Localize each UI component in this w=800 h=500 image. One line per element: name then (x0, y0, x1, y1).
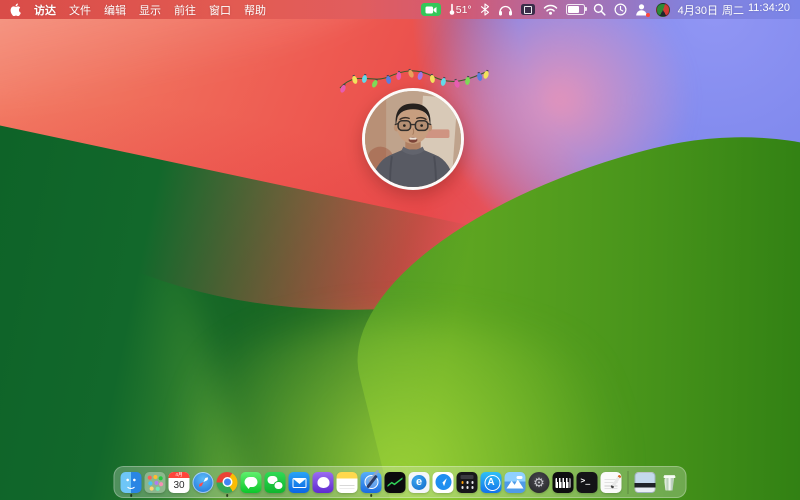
dock-github-icon[interactable] (313, 472, 334, 493)
app-menu-finder[interactable]: 访达 (34, 2, 56, 18)
notification-dot (646, 13, 650, 17)
dock-chrome-icon[interactable] (217, 472, 238, 493)
dock-edge-browser-icon[interactable] (409, 472, 430, 493)
menu-file[interactable]: 文件 (69, 2, 91, 18)
weekday-text: 周二 (722, 2, 744, 18)
dock-launchpad-icon[interactable] (145, 472, 166, 493)
camera-app-status-icon[interactable] (656, 3, 670, 17)
time-text: 11:34:20 (748, 2, 790, 18)
dock-app-store-icon[interactable] (481, 472, 502, 493)
dock-pin-app-icon[interactable] (433, 472, 454, 493)
menu-help[interactable]: 帮助 (244, 2, 266, 18)
menu-bar-left: 访达 文件 编辑 显示 前往 窗口 帮助 (10, 2, 266, 18)
video-call-bubble[interactable] (362, 88, 464, 190)
menu-go[interactable]: 前往 (174, 2, 196, 18)
dock-stocks-icon[interactable] (385, 472, 406, 493)
bluetooth-icon[interactable] (480, 3, 490, 16)
dock-settings-icon[interactable] (529, 472, 550, 493)
dock-notes-icon[interactable] (337, 472, 358, 493)
minimized-window-thumbnail[interactable] (635, 472, 656, 493)
dock-terminal-icon[interactable] (577, 472, 598, 493)
dock-divider (628, 471, 629, 494)
clock-icon[interactable] (614, 3, 627, 16)
menu-bar-status: 51° (421, 2, 790, 18)
calendar-day: 30 (169, 478, 190, 493)
search-icon[interactable] (593, 3, 606, 16)
dock-photos-icon[interactable] (505, 472, 526, 493)
dock-messages-icon[interactable] (241, 472, 262, 493)
menu-bar: 访达 文件 编辑 显示 前往 窗口 帮助 51° (0, 0, 800, 19)
battery-icon[interactable] (566, 4, 585, 15)
running-indicator (370, 494, 373, 497)
holiday-lights-decoration (338, 62, 490, 100)
headphones-icon[interactable] (498, 3, 513, 16)
camera-icon (425, 6, 437, 14)
date-text: 4月30日 (678, 2, 718, 18)
input-source-icon[interactable] (521, 4, 535, 15)
desktop: 访达 文件 编辑 显示 前往 窗口 帮助 51° (0, 0, 800, 500)
dock-mail-icon[interactable] (289, 472, 310, 493)
running-indicator (226, 494, 229, 497)
screen-share-status-icon[interactable] (635, 3, 648, 16)
temperature-value: 51° (456, 4, 472, 16)
trash-icon[interactable] (659, 472, 680, 493)
apple-logo-icon (10, 3, 21, 16)
dock-calculator-icon[interactable] (457, 472, 478, 493)
dock-safari-icon[interactable] (193, 472, 214, 493)
screen-recording-indicator[interactable] (421, 3, 441, 16)
running-indicator (130, 494, 133, 497)
thermometer-icon (449, 3, 455, 16)
dock-apps: 4月30 (121, 472, 622, 493)
dock-finder-icon[interactable] (121, 472, 142, 493)
temperature-widget[interactable]: 51° (449, 3, 472, 16)
dock-xcode-icon[interactable] (361, 472, 382, 493)
dock: 4月30 (114, 466, 687, 498)
dock-calendar-icon[interactable]: 4月30 (169, 472, 190, 493)
dock-textedit-icon[interactable] (601, 472, 622, 493)
light-bulbs (339, 68, 490, 93)
menu-edit[interactable]: 编辑 (104, 2, 126, 18)
wifi-icon[interactable] (543, 4, 558, 15)
menu-window[interactable]: 窗口 (209, 2, 231, 18)
datetime[interactable]: 4月30日 周二 11:34:20 (678, 2, 790, 18)
apple-menu[interactable] (10, 3, 21, 16)
person-video-feed (365, 91, 461, 187)
menu-view[interactable]: 显示 (139, 2, 161, 18)
dock-wechat-icon[interactable] (265, 472, 286, 493)
dock-piano-icon[interactable] (553, 472, 574, 493)
